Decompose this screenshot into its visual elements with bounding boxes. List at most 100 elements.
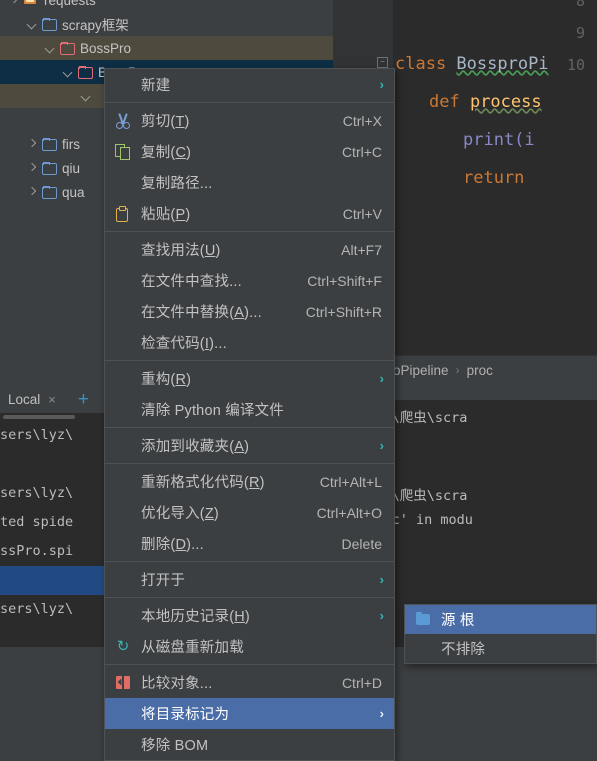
menu-separator — [105, 463, 394, 464]
menu-item-label: 复制(C) — [141, 145, 192, 161]
menu-item[interactable]: 重构(R) › — [105, 363, 394, 394]
menu-item[interactable]: 打开于 › — [105, 564, 394, 595]
folder-pink-icon — [78, 66, 93, 79]
menu-item[interactable]: 在文件中查找... Ctrl+Shift+F — [105, 265, 394, 296]
menu-item-label: 剪切(T) — [141, 114, 190, 130]
menu-item[interactable]: 添加到收藏夹(A) › — [105, 430, 394, 461]
menu-item[interactable]: 在文件中替换(A)... Ctrl+Shift+R — [105, 296, 394, 327]
breadcrumb-item-method[interactable]: proc — [467, 363, 493, 378]
chevron-right-icon[interactable] — [26, 186, 39, 199]
menu-item-shortcut: Ctrl+X — [342, 112, 382, 129]
tree-row-label: scrapy框架 — [62, 18, 129, 33]
chevron-down-icon[interactable] — [26, 18, 39, 31]
chevron-right-icon[interactable] — [26, 162, 39, 175]
submenu-item[interactable]: 源 根 — [405, 605, 596, 634]
menu-item-label: 在文件中替换(A)... — [141, 305, 262, 321]
menu-item-label: 将目录标记为 — [141, 707, 230, 723]
menu-item-label: 检查代码(I)... — [141, 336, 227, 352]
chevron-down-icon[interactable] — [62, 66, 75, 79]
menu-icon-placeholder — [113, 370, 135, 388]
menu-item[interactable]: 新建 › — [105, 69, 394, 100]
submenu-arrow-icon: › — [379, 438, 384, 453]
submenu-arrow-icon: › — [379, 572, 384, 587]
menu-item[interactable]: 检查代码(I)... — [105, 327, 394, 358]
chevron-right-icon[interactable] — [26, 138, 39, 151]
folder-blue-icon — [42, 162, 57, 175]
menu-item[interactable]: 移除 BOM — [105, 729, 394, 760]
horizontal-scrollbar[interactable] — [3, 415, 75, 419]
menu-item-label: 查找用法(U) — [141, 243, 221, 259]
menu-item-label: 重新格式化代码(R) — [141, 475, 265, 491]
menu-separator — [105, 597, 394, 598]
menu-item-shortcut: Ctrl+C — [341, 143, 382, 160]
tree-row-label: BossPro — [80, 40, 132, 56]
code-token: class — [395, 54, 457, 74]
code-token: return — [463, 168, 535, 188]
menu-item[interactable]: 清除 Python 编译文件 — [105, 394, 394, 425]
menu-item-shortcut: Ctrl+Alt+L — [319, 473, 382, 490]
tree-row-label: qua — [62, 184, 85, 200]
menu-icon-placeholder — [113, 241, 135, 259]
menu-item-shortcut: Ctrl+Alt+O — [316, 504, 382, 521]
menu-item[interactable]: 删除(D)... Delete — [105, 528, 394, 559]
menu-item[interactable]: 剪切(T) Ctrl+X — [105, 105, 394, 136]
mark-directory-as-submenu[interactable]: 源 根不排除 — [404, 604, 597, 664]
menu-icon-placeholder — [113, 76, 135, 94]
menu-icon-placeholder — [113, 736, 135, 754]
menu-item-label: 粘贴(P) — [141, 207, 191, 223]
menu-item[interactable]: 复制(C) Ctrl+C — [105, 136, 394, 167]
menu-icon-placeholder — [113, 303, 135, 321]
context-menu[interactable]: 新建 › 剪切(T) Ctrl+X 复制(C) Ctrl+C 复制路径... 粘贴(P) Ctr… — [104, 68, 395, 761]
menu-item-shortcut: Ctrl+Shift+R — [305, 303, 382, 320]
menu-item-label: 复制路径... — [141, 176, 213, 192]
menu-item-shortcut: Ctrl+Shift+F — [307, 272, 382, 289]
code-token: def — [429, 92, 470, 112]
menu-icon-placeholder — [113, 272, 135, 290]
tab-local[interactable]: Local — [8, 392, 40, 407]
menu-icon-placeholder — [113, 401, 135, 419]
menu-item[interactable]: 本地历史记录(H) › — [105, 600, 394, 631]
code-line: def process — [429, 92, 542, 112]
menu-icon-placeholder — [113, 571, 135, 589]
menu-item[interactable]: 查找用法(U) Alt+F7 — [105, 234, 394, 265]
menu-item-shortcut: Ctrl+V — [342, 205, 382, 222]
menu-item-shortcut: Delete — [341, 535, 382, 552]
menu-item[interactable]: 比较对象... Ctrl+D — [105, 667, 394, 698]
line-number: 8 — [575, 0, 585, 10]
code-token: print(i — [463, 130, 535, 150]
submenu-item-label: 源 根 — [441, 613, 475, 629]
close-icon[interactable]: × — [48, 392, 56, 407]
menu-item-shortcut: Ctrl+D — [341, 674, 382, 691]
menu-item[interactable]: 优化导入(Z) Ctrl+Alt+O — [105, 497, 394, 528]
tree-row[interactable]: requests — [0, 0, 333, 12]
folder-blue-icon — [42, 138, 57, 151]
folder-pink-icon — [60, 42, 75, 55]
menu-icon-placeholder — [113, 334, 135, 352]
tree-row[interactable]: scrapy框架 — [0, 12, 333, 36]
fold-marker-class[interactable]: − — [377, 57, 388, 68]
menu-item[interactable]: 重新格式化代码(R) Ctrl+Alt+L — [105, 466, 394, 497]
submenu-arrow-icon: › — [379, 706, 384, 721]
chevron-down-icon[interactable] — [80, 90, 93, 103]
submenu-arrow-icon: › — [379, 608, 384, 623]
menu-item[interactable]: 复制路径... — [105, 167, 394, 198]
menu-item-label: 添加到收藏夹(A) — [141, 439, 250, 455]
chevron-down-icon[interactable] — [44, 42, 57, 55]
code-line: class BossproPi — [395, 54, 549, 74]
menu-item[interactable]: 将目录标记为 › — [105, 698, 394, 729]
code-line: return — [463, 168, 535, 188]
code-token: BossproPi — [456, 54, 549, 74]
menu-icon-placeholder — [113, 504, 135, 522]
add-icon[interactable]: + — [78, 390, 89, 409]
code-token: process — [469, 92, 542, 112]
chevron-right-icon[interactable] — [8, 0, 21, 7]
menu-item[interactable]: 粘贴(P) Ctrl+V — [105, 198, 394, 229]
tree-row[interactable]: BossPro — [0, 36, 333, 60]
library-icon — [24, 0, 39, 6]
submenu-item-label: 不排除 — [441, 642, 486, 658]
menu-item-shortcut: Alt+F7 — [341, 241, 382, 258]
submenu-item[interactable]: 不排除 — [405, 634, 596, 663]
menu-item-label: 打开于 — [141, 573, 186, 589]
menu-separator — [105, 427, 394, 428]
folder-blue-icon — [42, 18, 57, 31]
